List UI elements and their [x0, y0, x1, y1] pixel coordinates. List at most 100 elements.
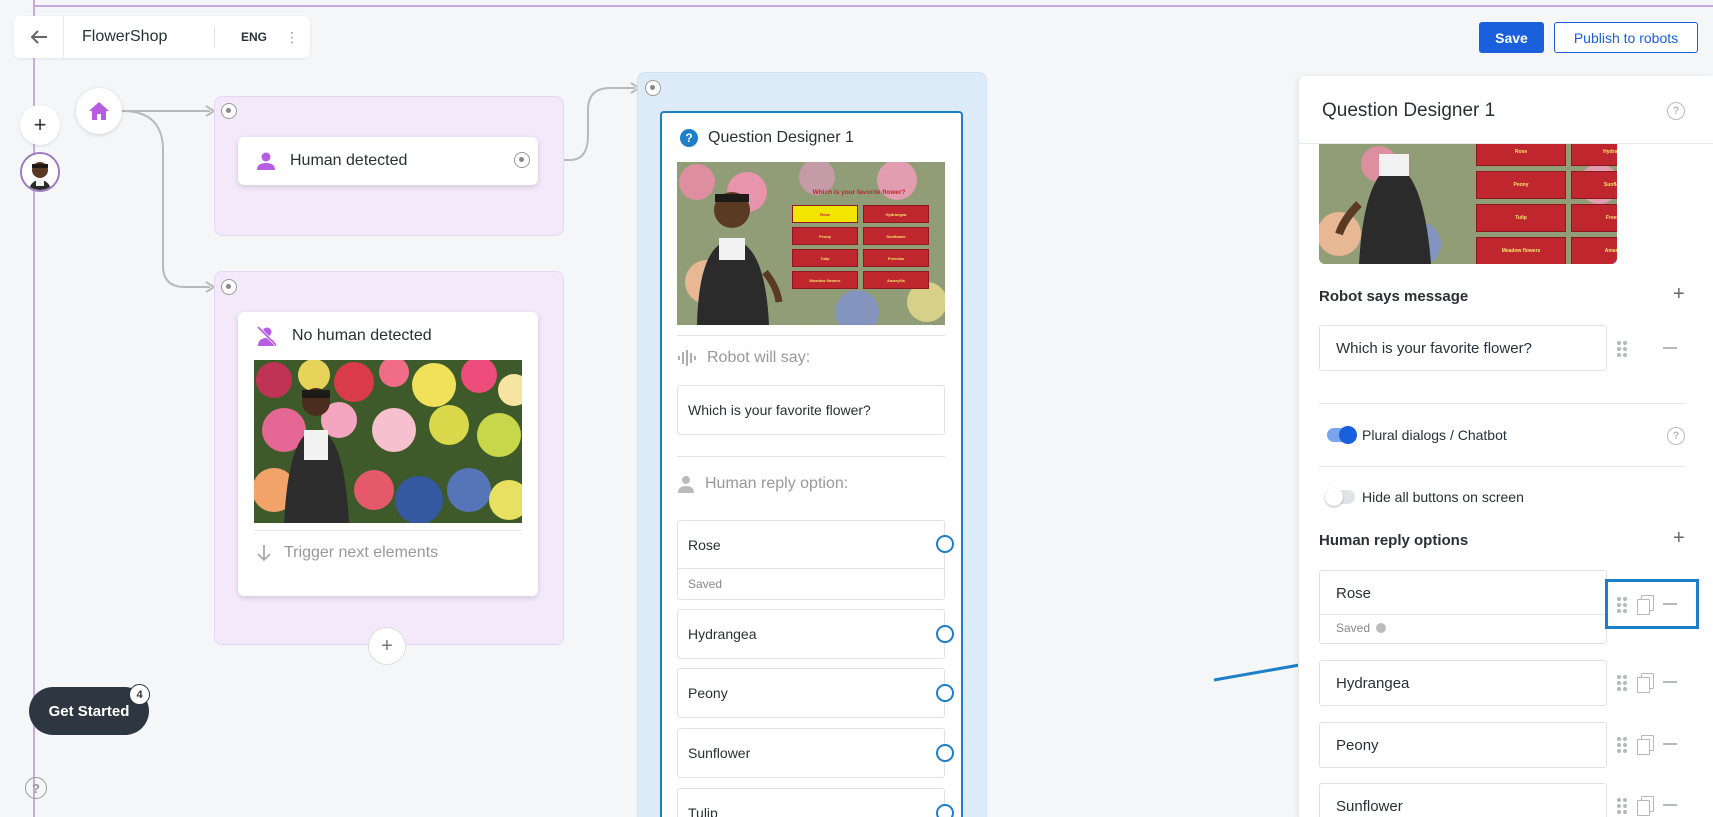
- robot-message-field[interactable]: Which is your favorite flower?: [1319, 325, 1607, 371]
- flow-canvas[interactable]: FlowerShop ENG ⋮ Save Publish to robots …: [0, 0, 1713, 817]
- thumbnail-button: Tulip: [1476, 204, 1566, 232]
- minus-icon[interactable]: [1663, 743, 1677, 745]
- add-message-button[interactable]: +: [1673, 283, 1685, 306]
- reply-option-tulip[interactable]: Tulip: [677, 788, 954, 817]
- annotation-highlight-box: [1605, 579, 1699, 629]
- more-menu-icon[interactable]: ⋮: [285, 29, 299, 46]
- robot-says-message-heading: Robot says message: [1319, 288, 1469, 305]
- save-button[interactable]: Save: [1479, 22, 1544, 53]
- flower-shop-image-art: [254, 360, 522, 523]
- human-reply-options-heading: Human reply options: [1319, 532, 1469, 549]
- plural-dialogs-toggle[interactable]: [1327, 426, 1357, 444]
- reply-option-peony[interactable]: Peony: [1319, 722, 1607, 768]
- publish-button[interactable]: Publish to robots: [1554, 22, 1698, 53]
- panel-divider: [1319, 466, 1685, 467]
- language-selector[interactable]: ENG: [215, 30, 285, 44]
- input-port[interactable]: [221, 279, 237, 295]
- panel-thumbnail-buttons: RoseHydrangeaPeonySunflowerTulipFreesias…: [1476, 144, 1617, 264]
- app-title: FlowerShop: [82, 28, 168, 45]
- reply-option-label: Rose: [678, 521, 944, 569]
- thumbnail-question: Which is your favorite flower?: [813, 189, 906, 196]
- option-output-port[interactable]: [936, 684, 954, 702]
- add-reply-option-button[interactable]: +: [1673, 527, 1685, 550]
- properties-panel: Question Designer 1 ? RoseHydrangeaPeony…: [1298, 76, 1713, 817]
- reply-option-peony[interactable]: Peony: [677, 668, 954, 718]
- flower-shop-image: [254, 360, 522, 523]
- reply-option-hydrangea[interactable]: Hydrangea: [677, 609, 954, 659]
- reply-option-rose[interactable]: Rose Saved: [1319, 570, 1607, 644]
- robot-message-box[interactable]: Which is your favorite flower?: [677, 385, 945, 435]
- thumbnail-button: Sunflower: [1571, 171, 1617, 199]
- thumbnail-button: Hydrangea: [1571, 144, 1617, 166]
- option-output-port[interactable]: [936, 625, 954, 643]
- get-started-badge: 4: [129, 684, 150, 705]
- reply-option-label: Peony: [688, 685, 728, 701]
- start-node[interactable]: [76, 88, 122, 134]
- reply-option-label: Tulip: [688, 805, 718, 817]
- waveform-icon: [678, 350, 696, 366]
- trigger-next-label: Trigger next elements: [284, 544, 439, 561]
- help-icon[interactable]: ?: [1667, 427, 1685, 445]
- panel-divider: [1319, 403, 1685, 404]
- drag-handle-icon[interactable]: [1617, 798, 1627, 814]
- minus-icon[interactable]: [1663, 681, 1677, 683]
- option-output-port[interactable]: [936, 744, 954, 762]
- add-step-button[interactable]: +: [368, 627, 406, 665]
- human-detected-card[interactable]: Human detected: [238, 137, 538, 185]
- output-port[interactable]: [514, 152, 530, 168]
- add-node-button[interactable]: +: [20, 105, 60, 145]
- human-detected-label: Human detected: [290, 152, 408, 169]
- thumbnail-button: Freesias: [863, 249, 929, 267]
- reply-option-rose[interactable]: Rose Saved: [677, 520, 954, 600]
- reply-option-hydrangea[interactable]: Hydrangea: [1319, 660, 1607, 706]
- panel-title: Question Designer 1: [1322, 100, 1496, 121]
- thumbnail-button: Peony: [1476, 171, 1566, 199]
- option-output-port[interactable]: [936, 804, 954, 817]
- reply-option-label[interactable]: Rose: [1320, 571, 1606, 615]
- reply-option-label: Sunflower: [688, 745, 751, 761]
- drag-handle-icon[interactable]: [1617, 675, 1627, 691]
- help-icon[interactable]: ?: [25, 777, 47, 799]
- person-icon: [257, 152, 275, 170]
- saved-label: Saved: [1336, 621, 1371, 635]
- card-divider: [254, 530, 522, 531]
- thumbnail-button: Peony: [792, 227, 858, 245]
- thumbnail-buttons: Rose Hydrangea Peony Sunflower Tulip Freesias…: [792, 205, 930, 289]
- thumbnail-button: Rose: [792, 205, 858, 223]
- help-icon[interactable]: ?: [1667, 102, 1685, 120]
- thumbnail-button: Amaryllis: [1571, 237, 1617, 264]
- drag-handle-icon[interactable]: [1617, 341, 1627, 357]
- drag-handle-icon[interactable]: [1617, 737, 1627, 753]
- person-off-icon: [256, 326, 278, 346]
- thumbnail-button: Sunflower: [863, 227, 929, 245]
- input-port[interactable]: [221, 103, 237, 119]
- thumbnail-button: Rose: [1476, 144, 1566, 166]
- reply-option-sunflower[interactable]: Sunflower: [677, 728, 954, 778]
- home-icon: [89, 102, 109, 120]
- arrow-down-icon: [257, 545, 271, 562]
- hide-buttons-toggle[interactable]: [1325, 488, 1355, 506]
- option-output-port[interactable]: [936, 535, 954, 553]
- no-human-detected-label: No human detected: [292, 327, 432, 344]
- app-header: FlowerShop ENG ⋮: [14, 16, 310, 58]
- minus-icon[interactable]: [1663, 347, 1677, 349]
- thumbnail-button: Amaryllis: [863, 271, 929, 289]
- back-button[interactable]: [14, 16, 64, 58]
- avatar[interactable]: [20, 152, 60, 192]
- input-port[interactable]: [645, 80, 661, 96]
- info-icon: [1376, 623, 1387, 633]
- question-designer-card[interactable]: ? Question Designer 1 Which is your favo…: [660, 111, 963, 817]
- copy-icon[interactable]: [1637, 673, 1654, 693]
- robot-message-text: Which is your favorite flower?: [688, 402, 871, 418]
- person-icon: [678, 476, 694, 493]
- copy-icon[interactable]: [1637, 796, 1654, 816]
- copy-icon[interactable]: [1637, 735, 1654, 755]
- minus-icon[interactable]: [1663, 804, 1677, 806]
- reply-option-label: Hydrangea: [688, 626, 757, 642]
- reply-option-sunflower[interactable]: Sunflower: [1319, 783, 1607, 817]
- arrow-left-icon: [30, 30, 47, 44]
- no-human-detected-card[interactable]: No human detected Trigger next elements: [238, 312, 538, 596]
- thumbnail-button: Hydrangea: [863, 205, 929, 223]
- thumbnail-button: Meadow flowers: [1476, 237, 1566, 264]
- hide-buttons-label: Hide all buttons on screen: [1362, 489, 1524, 505]
